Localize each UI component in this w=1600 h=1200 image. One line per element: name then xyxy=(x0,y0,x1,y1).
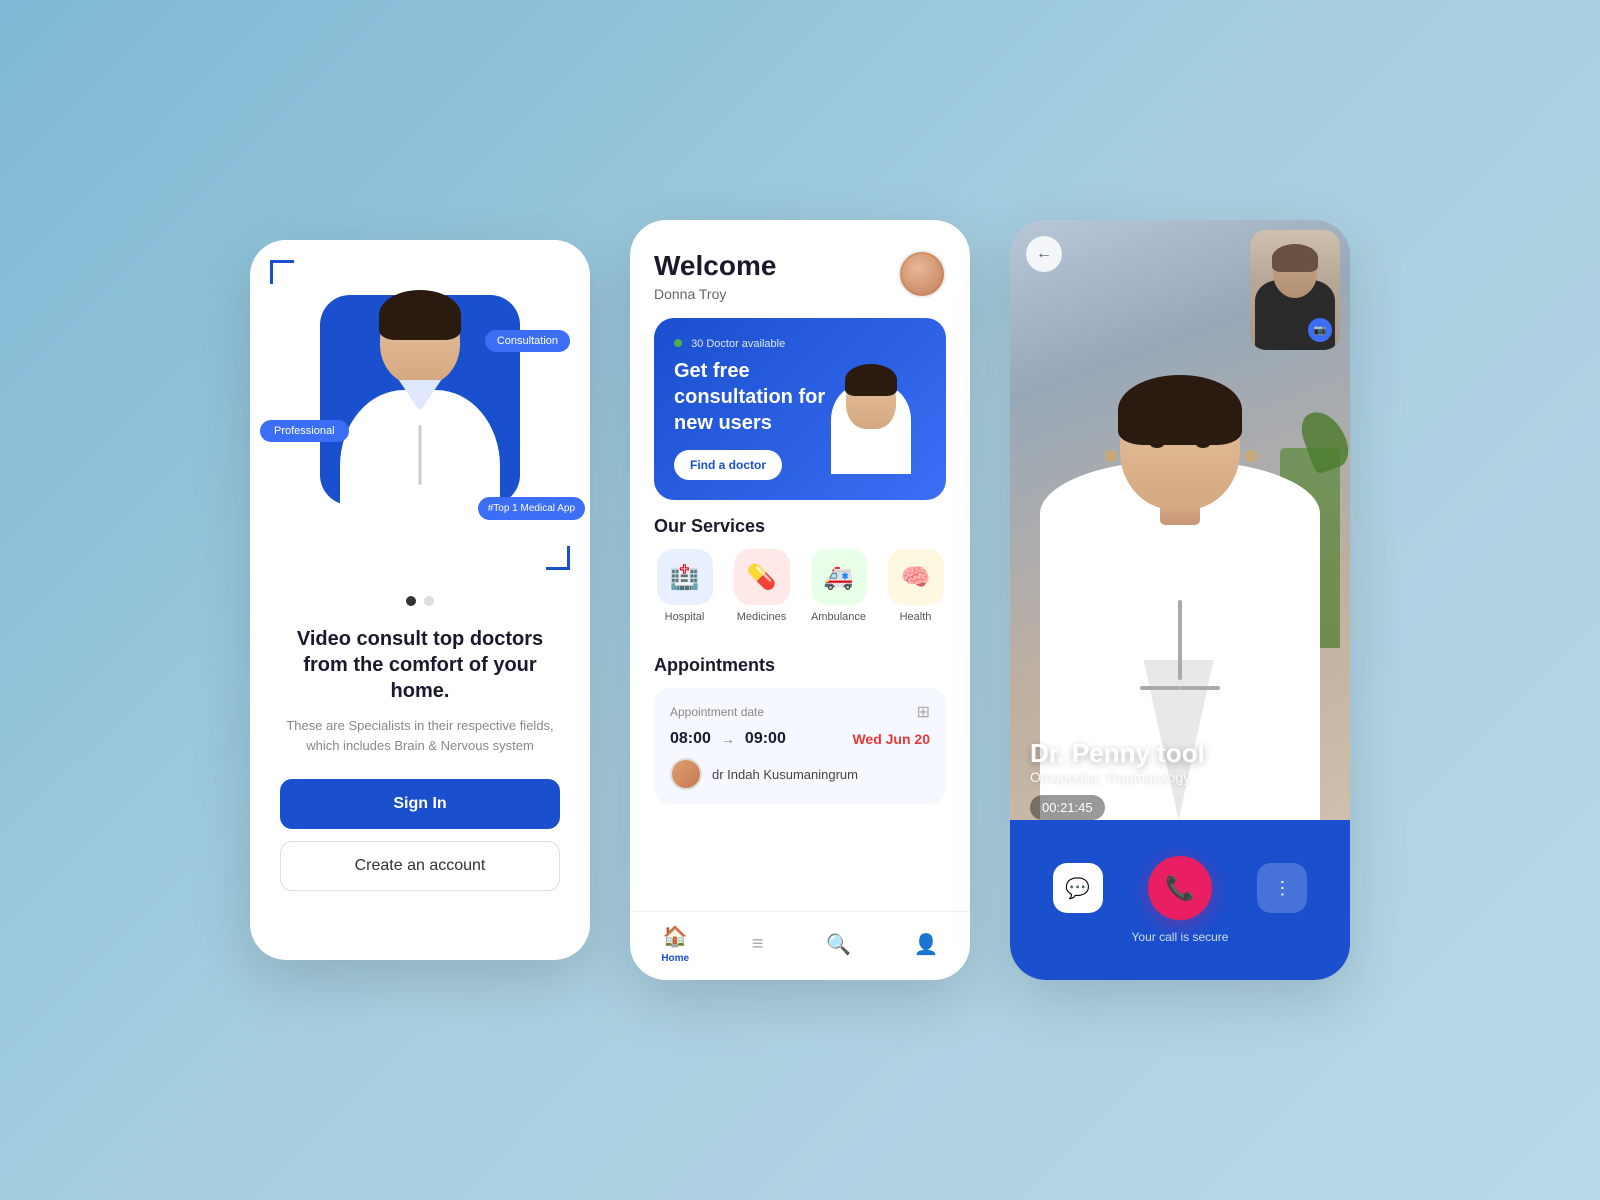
appointment-card[interactable]: Appointment date ⊞ 08:00 → 09:00 Wed Jun… xyxy=(654,688,946,804)
welcome-label: Welcome xyxy=(654,250,776,282)
user-name: Donna Troy xyxy=(654,286,776,302)
tag-professional: Professional xyxy=(260,420,349,442)
ambulance-icon: 🚑 xyxy=(811,549,867,605)
bottom-navigation: 🏠 Home ≡ 🔍 👤 xyxy=(630,911,970,980)
health-label: Health xyxy=(900,611,932,623)
availability-dot xyxy=(674,339,682,347)
grid-icon: ⊞ xyxy=(917,702,930,722)
user-avatar[interactable] xyxy=(898,250,946,298)
search-icon: 🔍 xyxy=(826,932,851,957)
doctor-availability: 30 Doctor available xyxy=(674,338,826,350)
service-ambulance[interactable]: 🚑 Ambulance xyxy=(811,549,867,623)
appointments-section: Appointment date ⊞ 08:00 → 09:00 Wed Jun… xyxy=(630,688,970,804)
call-controls: 💬 📞 ⋮ xyxy=(1010,856,1350,920)
self-view-pip: 📷 xyxy=(1250,230,1340,350)
profile-icon: 👤 xyxy=(914,932,939,957)
medicines-icon: 💊 xyxy=(734,549,790,605)
back-icon: ← xyxy=(1036,245,1052,263)
appointment-time-row: 08:00 → 09:00 Wed Jun 20 xyxy=(670,730,930,748)
health-icon: 🧠 xyxy=(888,549,944,605)
appointments-section-title: Appointments xyxy=(630,639,970,688)
nav-list[interactable]: ≡ xyxy=(752,933,764,956)
appointment-doctor-row: dr Indah Kusumaningrum xyxy=(670,758,930,790)
service-health[interactable]: 🧠 Health xyxy=(888,549,944,623)
promo-banner: 30 Doctor available Get free consultatio… xyxy=(654,318,946,500)
banner-title: Get free consultation for new users xyxy=(674,358,826,436)
appointment-doctor-avatar xyxy=(670,758,702,790)
video-background: ← 📷 Dr. Penny tool Othopedist, Traumatol… xyxy=(1010,220,1350,980)
appointment-end-time: 09:00 xyxy=(745,730,786,748)
call-timer: 00:21:45 xyxy=(1030,795,1105,820)
appointment-date-label: Appointment date xyxy=(670,705,764,719)
hero-section: Consultation Professional #Top 1 Medical… xyxy=(250,240,590,580)
medicines-label: Medicines xyxy=(737,611,787,623)
main-title: Video consult top doctors from the comfo… xyxy=(280,626,560,704)
avatar-image xyxy=(902,254,942,294)
banner-doctor-illustration xyxy=(826,344,926,474)
services-grid: 🏥 Hospital 💊 Medicines 🚑 Ambulance 🧠 Hea… xyxy=(630,549,970,639)
signin-content: Video consult top doctors from the comfo… xyxy=(250,616,590,911)
appointment-doctor-name: dr Indah Kusumaningrum xyxy=(712,767,858,782)
welcome-text-group: Welcome Donna Troy xyxy=(654,250,776,302)
doctor-illustration xyxy=(320,280,520,580)
home-nav-label: Home xyxy=(661,953,689,964)
corner-decoration-tl xyxy=(270,260,294,284)
tag-medical-app: #Top 1 Medical App xyxy=(478,497,585,520)
camera-switch-button[interactable]: 📷 xyxy=(1308,318,1332,342)
nav-search[interactable]: 🔍 xyxy=(826,932,851,957)
hospital-icon: 🏥 xyxy=(657,549,713,605)
call-controls-bar: 💬 📞 ⋮ Your call is secure xyxy=(1010,820,1350,980)
signin-button[interactable]: Sign In xyxy=(280,779,560,829)
create-account-button[interactable]: Create an account xyxy=(280,841,560,891)
chat-button[interactable]: 💬 xyxy=(1053,863,1103,913)
more-icon: ⋮ xyxy=(1273,878,1291,899)
service-medicines[interactable]: 💊 Medicines xyxy=(734,549,790,623)
list-icon: ≡ xyxy=(752,933,764,956)
secure-call-label: Your call is secure xyxy=(1132,930,1229,944)
more-options-button[interactable]: ⋮ xyxy=(1257,863,1307,913)
find-doctor-button[interactable]: Find a doctor xyxy=(674,450,782,480)
dot-2[interactable] xyxy=(424,596,434,606)
main-subtitle: These are Specialists in their respectiv… xyxy=(280,716,560,755)
arrow-icon: → xyxy=(721,731,735,747)
dot-1[interactable] xyxy=(406,596,416,606)
call-doctor-name: Dr. Penny tool xyxy=(1030,738,1205,769)
nav-home[interactable]: 🏠 Home xyxy=(661,924,689,964)
nav-profile[interactable]: 👤 xyxy=(914,932,939,957)
corner-decoration-br xyxy=(546,546,570,570)
back-button[interactable]: ← xyxy=(1026,236,1062,272)
services-section-title: Our Services xyxy=(630,500,970,549)
call-doctor-specialty: Othopedist, Traumatology xyxy=(1030,769,1205,785)
ambulance-label: Ambulance xyxy=(811,611,866,623)
hospital-label: Hospital xyxy=(665,611,705,623)
banner-text: 30 Doctor available Get free consultatio… xyxy=(674,338,826,480)
phone-signin: Consultation Professional #Top 1 Medical… xyxy=(250,240,590,960)
phone-video-call: ← 📷 Dr. Penny tool Othopedist, Traumatol… xyxy=(1010,220,1350,980)
appointment-header: Appointment date ⊞ xyxy=(670,702,930,722)
carousel-dots xyxy=(250,580,590,616)
appointment-day: Wed Jun 20 xyxy=(852,731,930,747)
service-hospital[interactable]: 🏥 Hospital xyxy=(657,549,713,623)
doctor-info-overlay: Dr. Penny tool Othopedist, Traumatology … xyxy=(1030,738,1205,820)
phone-home: Welcome Donna Troy 30 Doctor available G… xyxy=(630,220,970,980)
tag-consultation: Consultation xyxy=(485,330,570,352)
home-header: Welcome Donna Troy xyxy=(630,220,970,318)
home-icon: 🏠 xyxy=(663,924,688,949)
end-call-icon: 📞 xyxy=(1165,874,1195,903)
appointment-start-time: 08:00 xyxy=(670,730,711,748)
chat-icon: 💬 xyxy=(1065,876,1090,901)
end-call-button[interactable]: 📞 xyxy=(1148,856,1212,920)
